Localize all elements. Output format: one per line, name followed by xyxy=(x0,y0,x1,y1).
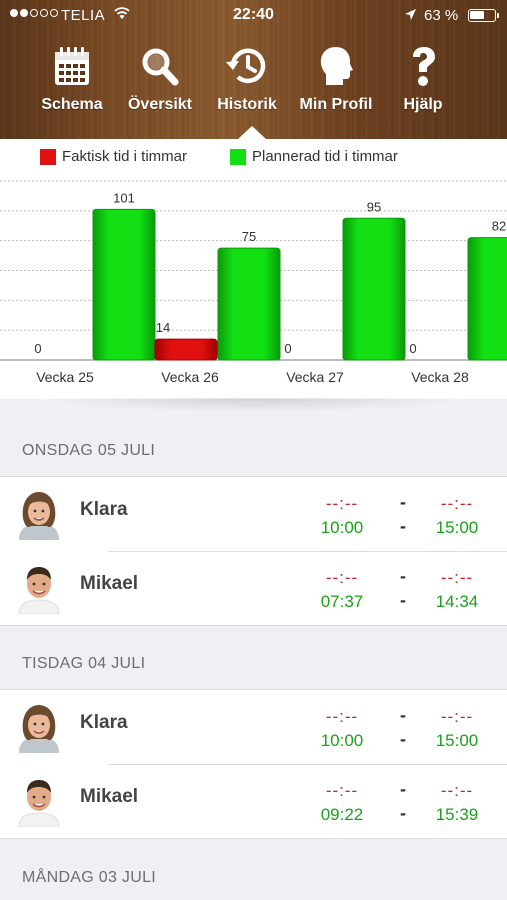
data-label: 75 xyxy=(242,229,256,244)
data-label: 14 xyxy=(156,320,170,335)
tab-oversikt[interactable]: Översikt xyxy=(124,40,196,120)
day-title: MÅNDAG 03 JULI xyxy=(22,869,157,886)
separator: - xyxy=(400,779,406,799)
chart-shadow xyxy=(40,398,467,412)
planned-start: 10:00 xyxy=(320,518,364,537)
calendar-icon xyxy=(55,47,89,85)
actual-end: --:-- xyxy=(440,494,474,513)
bar-planned xyxy=(217,247,281,361)
day-header: MÅNDAG 03 JULI xyxy=(0,857,507,897)
avatar-girl xyxy=(13,701,65,753)
actual-start: --:-- xyxy=(325,707,359,726)
magnifier-icon xyxy=(142,48,179,86)
data-label: 0 xyxy=(409,341,416,356)
separator: - xyxy=(400,492,406,512)
data-label: 101 xyxy=(113,190,135,205)
bar-planned xyxy=(92,208,156,361)
actual-start: --:-- xyxy=(325,568,359,587)
battery-icon xyxy=(468,9,499,22)
planned-start: 07:37 xyxy=(320,592,364,611)
child-name: Mikael xyxy=(80,786,139,807)
list-item[interactable]: Mikael --:-- 09:22 - - --:-- 15:39 xyxy=(0,764,507,838)
avatar-boy xyxy=(13,775,65,827)
actual-end: --:-- xyxy=(440,781,474,800)
list-item[interactable]: Klara --:-- 10:00 - - --:-- 15:00 xyxy=(0,477,507,551)
planned-end: 15:00 xyxy=(435,731,479,750)
day-title: ONSDAG 05 JULI xyxy=(22,442,156,459)
app-header: TELIA 22:40 63 % Schema Översikt Histori… xyxy=(0,0,507,139)
day-header: TISDAG 04 JULI xyxy=(0,643,507,683)
day-list: Klara --:-- 10:00 - - --:-- 15:00 Mikael… xyxy=(0,689,507,839)
data-label: 82 xyxy=(492,219,506,234)
separator: - xyxy=(400,729,406,749)
planned-start: 10:00 xyxy=(320,731,364,750)
battery-percentage: 63 % xyxy=(424,7,459,24)
head-profile-icon xyxy=(320,47,353,85)
separator: - xyxy=(400,705,406,725)
day-header: ONSDAG 05 JULI xyxy=(0,430,507,470)
tab-label: Min Profil xyxy=(299,96,373,113)
tab-hjalp[interactable]: Hjälp xyxy=(396,40,450,120)
list-item[interactable]: Klara --:-- 10:00 - - --:-- 15:00 xyxy=(0,690,507,764)
day-title: TISDAG 04 JULI xyxy=(22,655,146,672)
child-name: Mikael xyxy=(80,573,139,594)
tab-label: Schema xyxy=(41,96,103,113)
planned-start: 09:22 xyxy=(320,805,364,824)
avatar-boy xyxy=(13,562,65,614)
separator: - xyxy=(400,516,406,536)
tab-schema[interactable]: Schema xyxy=(38,40,106,120)
x-tick-label: Vecka 26 xyxy=(161,369,219,385)
actual-start: --:-- xyxy=(325,781,359,800)
separator: - xyxy=(400,803,406,823)
question-mark-icon xyxy=(413,47,435,86)
history-clock-icon xyxy=(226,48,266,83)
status-bar: TELIA 22:40 63 % xyxy=(0,0,507,32)
x-tick-label: Vecka 27 xyxy=(286,369,344,385)
selected-tab-indicator xyxy=(238,126,266,139)
actual-end: --:-- xyxy=(440,568,474,587)
bar-planned xyxy=(467,237,507,361)
child-name: Klara xyxy=(80,499,128,520)
tab-label: Hjälp xyxy=(403,96,443,113)
planned-end: 15:39 xyxy=(435,805,479,824)
data-label: 0 xyxy=(284,341,291,356)
tab-label: Historik xyxy=(217,96,277,113)
x-tick-label: Vecka 25 xyxy=(36,369,94,385)
planned-end: 14:34 xyxy=(435,592,479,611)
main-tab-bar: Schema Översikt Historik Min Profil Hjäl… xyxy=(0,40,507,120)
tab-min-profil[interactable]: Min Profil xyxy=(296,40,376,120)
day-list: Klara --:-- 10:00 - - --:-- 15:00 Mikael… xyxy=(0,476,507,626)
bar-chart: 0 101 Vecka 25 14 75 Vecka 26 0 95 Vecka 27 0 82 Ve… xyxy=(0,180,507,385)
data-label: 95 xyxy=(367,199,381,214)
child-name: Klara xyxy=(80,712,128,733)
bar-planned xyxy=(342,217,406,361)
bar-actual xyxy=(154,338,218,361)
separator: - xyxy=(400,590,406,610)
actual-start: --:-- xyxy=(325,494,359,513)
list-item[interactable]: Mikael --:-- 07:37 - - --:-- 14:34 xyxy=(0,551,507,625)
location-arrow-icon xyxy=(405,9,416,20)
history-chart: Faktisk tid i timmar Plannerad tid i tim… xyxy=(0,139,507,399)
tab-label: Översikt xyxy=(127,96,193,113)
planned-end: 15:00 xyxy=(435,518,479,537)
data-label: 0 xyxy=(34,341,41,356)
separator: - xyxy=(400,566,406,586)
avatar-girl xyxy=(13,488,65,540)
x-tick-label: Vecka 28 xyxy=(411,369,469,385)
tab-historik[interactable]: Historik xyxy=(212,40,282,120)
actual-end: --:-- xyxy=(440,707,474,726)
